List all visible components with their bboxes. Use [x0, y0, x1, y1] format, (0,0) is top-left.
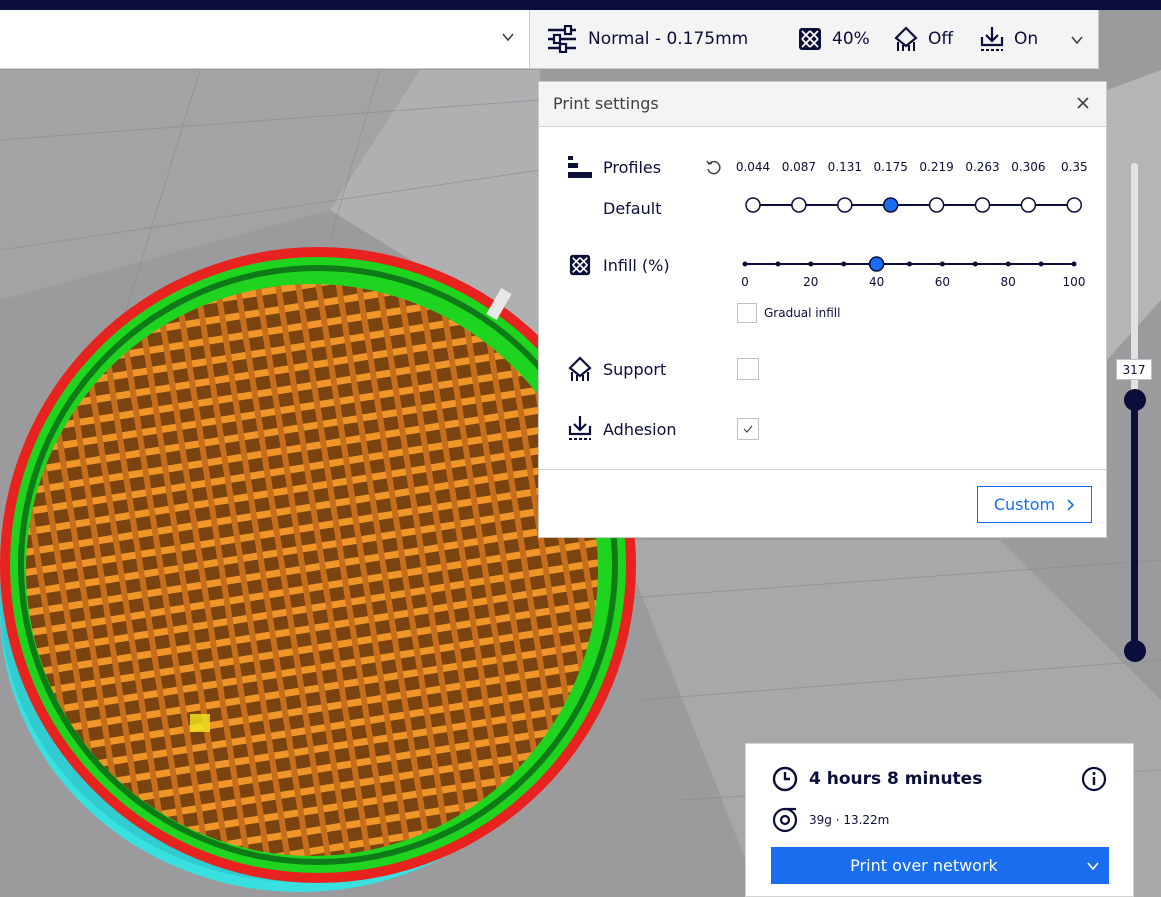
support-checkbox[interactable]	[737, 358, 759, 380]
layer-height-option[interactable]	[791, 197, 807, 213]
chevron-down-icon	[1087, 861, 1099, 870]
infill-step-dot	[775, 261, 781, 267]
adhesion-checkbox[interactable]	[737, 418, 759, 440]
layer-slider-upper-handle[interactable]	[1124, 389, 1146, 411]
print-settings-bar[interactable]: Normal - 0.175mm 40% Off On	[530, 10, 1099, 69]
layer-height-value: 0.306	[1011, 160, 1046, 174]
layer-height-option[interactable]	[1020, 197, 1037, 213]
infill-tick-label: 20	[803, 275, 819, 289]
infill-tick-label: 80	[1000, 275, 1016, 289]
reset-icon[interactable]	[705, 159, 721, 175]
profiles-icon	[568, 156, 592, 178]
infill-step-dot	[742, 261, 748, 267]
adhesion-icon	[568, 416, 592, 440]
print-button-label: Print over network	[850, 856, 998, 875]
support-icon	[894, 26, 918, 51]
sliders-icon	[548, 25, 576, 53]
layer-height-option[interactable]	[882, 197, 899, 213]
infill-step-dot	[907, 261, 912, 267]
custom-button-label: Custom	[993, 495, 1056, 514]
infill-icon	[799, 28, 821, 50]
infill-slider[interactable]	[735, 252, 1085, 276]
panel-divider	[539, 469, 1106, 470]
default-profile-label: Default	[603, 199, 662, 218]
support-icon	[568, 356, 592, 381]
layer-height-value: 0.35	[1060, 160, 1088, 174]
custom-button[interactable]: Custom	[977, 486, 1092, 523]
layer-height-option[interactable]	[745, 197, 761, 213]
layer-value-box[interactable]: 317	[1116, 359, 1152, 380]
profiles-label: Profiles	[603, 158, 662, 177]
layer-height-value: 0.044	[735, 160, 771, 174]
checkmark-icon	[743, 425, 753, 433]
infill-step-dot	[939, 261, 945, 267]
gradual-infill-checkbox[interactable]	[737, 303, 757, 323]
infill-tick-label: 100	[1062, 275, 1086, 289]
adhesion-summary[interactable]: On	[980, 10, 1038, 68]
layer-height-value: 0.131	[827, 160, 862, 174]
infill-label: Infill (%)	[603, 256, 670, 275]
panel-title: Print settings	[553, 94, 659, 113]
layer-slider-active-range[interactable]	[1131, 399, 1138, 651]
adhesion-summary-text: On	[1014, 29, 1039, 49]
panel-header: Print settings	[539, 82, 1106, 127]
profile-summary[interactable]: Normal - 0.175mm	[546, 10, 748, 68]
window-top-strip	[0, 0, 1161, 10]
layer-slider-lower-handle[interactable]	[1124, 640, 1146, 662]
support-summary-text: Off	[928, 29, 954, 49]
infill-step-dot	[1071, 261, 1077, 267]
infill-tick-label: 0	[741, 275, 749, 289]
spool-icon	[772, 807, 798, 833]
clock-icon	[772, 766, 798, 792]
layer-height-option[interactable]	[837, 197, 853, 213]
infill-step-dot	[1038, 261, 1044, 267]
print-options-dropdown[interactable]	[1077, 847, 1109, 884]
gradual-infill-label: Gradual infill	[764, 306, 841, 320]
printer-selector[interactable]	[0, 10, 530, 69]
infill-tick-label: 60	[934, 275, 951, 289]
layer-height-slider[interactable]	[735, 190, 1085, 220]
print-time: 4 hours 8 minutes	[809, 769, 983, 789]
infill-icon	[569, 254, 591, 276]
profile-summary-text: Normal - 0.175mm	[588, 29, 749, 49]
close-icon[interactable]	[1074, 94, 1092, 112]
infill-summary-text: 40%	[832, 29, 870, 49]
support-label: Support	[603, 360, 667, 379]
infill-step-dot	[841, 261, 847, 267]
layer-height-value: 0.263	[965, 160, 1000, 174]
chevron-down-icon[interactable]	[1070, 33, 1084, 47]
layer-height-value: 0.087	[781, 160, 817, 174]
layer-height-option[interactable]	[1066, 197, 1083, 213]
support-summary[interactable]: Off	[894, 10, 953, 68]
info-icon[interactable]	[1081, 766, 1107, 792]
layer-height-value: 0.219	[919, 160, 954, 174]
infill-slider-handle[interactable]	[868, 256, 885, 272]
infill-step-dot	[972, 261, 978, 267]
adhesion-label: Adhesion	[603, 420, 677, 439]
layer-height-option[interactable]	[974, 197, 991, 213]
layer-height-option[interactable]	[928, 197, 945, 213]
infill-tick-label: 40	[868, 275, 885, 289]
chevron-down-icon	[502, 33, 514, 42]
chevron-right-icon	[1067, 498, 1075, 511]
infill-summary[interactable]: 40%	[798, 10, 870, 68]
layer-height-value: 0.175	[873, 160, 908, 174]
material-usage: 39g · 13.22m	[809, 813, 890, 827]
infill-step-dot	[1005, 261, 1011, 267]
infill-step-dot	[808, 261, 814, 267]
print-over-network-button[interactable]: Print over network	[771, 847, 1109, 884]
adhesion-icon	[980, 27, 1004, 51]
